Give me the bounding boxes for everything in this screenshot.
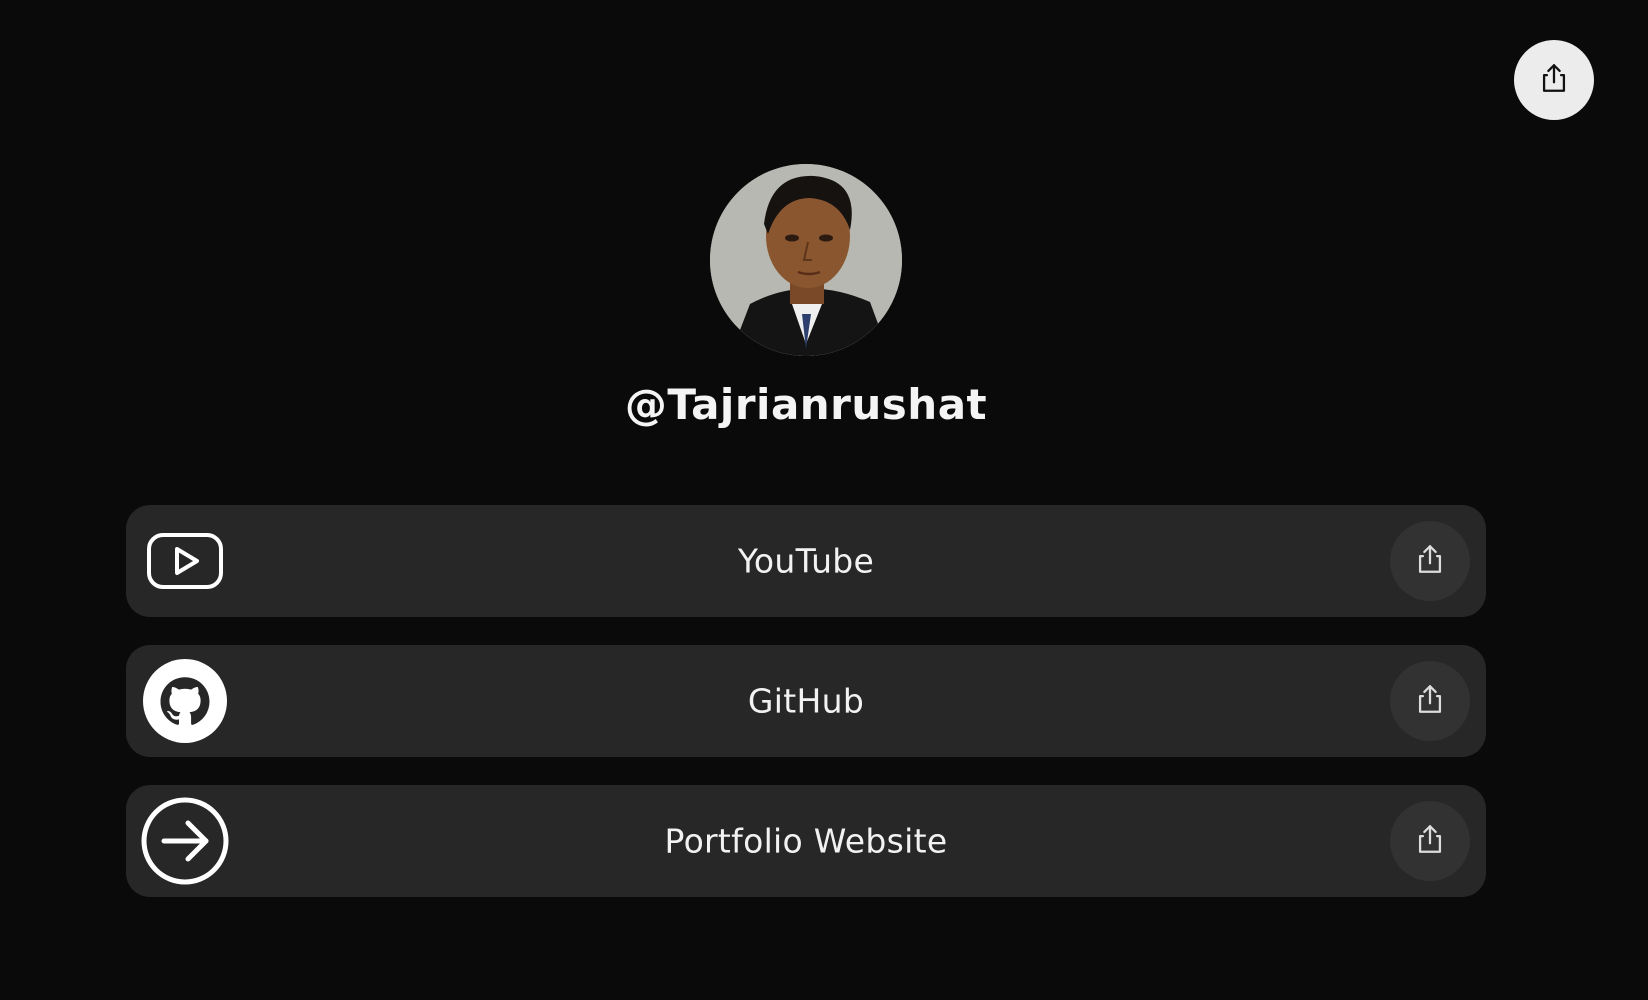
share-icon bbox=[1413, 542, 1447, 580]
link-youtube[interactable]: YouTube bbox=[126, 505, 1486, 617]
page-share-button[interactable] bbox=[1514, 40, 1594, 120]
share-portfolio-button[interactable] bbox=[1390, 801, 1470, 881]
share-icon bbox=[1537, 61, 1571, 99]
share-youtube-button[interactable] bbox=[1390, 521, 1470, 601]
link-list: YouTube GitHub Portfolio Website bbox=[126, 505, 1486, 925]
avatar bbox=[710, 164, 902, 356]
share-icon bbox=[1413, 682, 1447, 720]
link-github[interactable]: GitHub bbox=[126, 645, 1486, 757]
link-label: Portfolio Website bbox=[664, 821, 948, 861]
share-icon bbox=[1413, 822, 1447, 860]
linktree-page: @Tajrianrushat YouTube GitHub Portfolio … bbox=[0, 0, 1648, 1000]
link-label: GitHub bbox=[747, 681, 865, 721]
profile-handle: @Tajrianrushat bbox=[624, 380, 988, 429]
link-label: YouTube bbox=[737, 541, 875, 581]
link-portfolio-website[interactable]: Portfolio Website bbox=[126, 785, 1486, 897]
share-github-button[interactable] bbox=[1390, 661, 1470, 741]
